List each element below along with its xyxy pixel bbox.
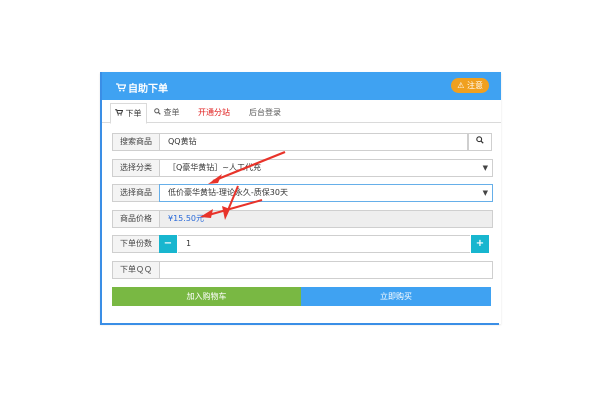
- annotation-arrow-2: [204, 199, 263, 217]
- annotation-arrows: [200, 150, 286, 220]
- annotation-arrowhead-2: [200, 209, 213, 218]
- annotation-arrow-1: [212, 150, 286, 183]
